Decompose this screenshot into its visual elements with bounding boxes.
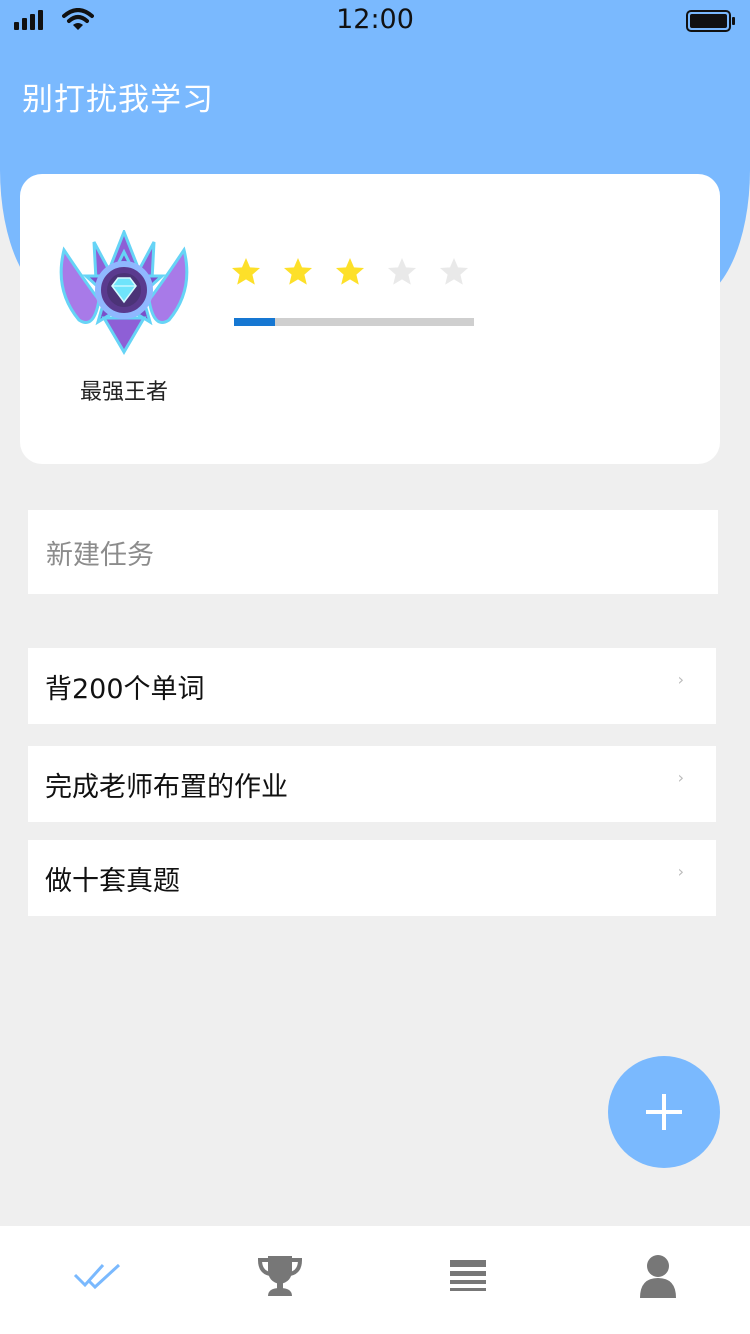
task-label: 背200个单词 <box>45 673 205 705</box>
tab-achievements[interactable] <box>250 1246 310 1306</box>
list-icon <box>450 1260 486 1291</box>
task-item[interactable]: 做十套真题 › <box>28 840 716 916</box>
rank-stars <box>230 256 470 288</box>
trophy-icon <box>257 1256 303 1296</box>
task-label: 完成老师布置的作业 <box>45 771 288 803</box>
task-item[interactable]: 背200个单词 › <box>28 648 716 724</box>
rank-progress-fill <box>234 318 275 326</box>
star-filled-icon <box>336 258 364 285</box>
star-filled-icon <box>284 258 312 285</box>
rank-card: 最强王者 <box>20 174 720 464</box>
status-time: 12:00 <box>336 4 414 35</box>
star-filled-icon <box>232 258 260 285</box>
tab-bar <box>0 1226 750 1334</box>
chevron-right-icon: › <box>677 768 684 787</box>
chevron-right-icon: › <box>677 862 684 881</box>
page-title: 别打扰我学习 <box>22 82 214 118</box>
battery-icon <box>686 10 735 32</box>
status-bar: 12:00 <box>0 0 750 40</box>
rank-progress-bar <box>234 318 474 326</box>
add-task-button[interactable] <box>608 1056 720 1168</box>
tab-profile[interactable] <box>628 1246 688 1306</box>
tab-tasks[interactable] <box>68 1246 128 1306</box>
new-task-input[interactable]: 新建任务 <box>28 510 718 594</box>
user-icon <box>640 1255 676 1298</box>
task-label: 做十套真题 <box>45 865 180 897</box>
star-empty-icon <box>440 258 468 285</box>
double-check-icon <box>73 1263 121 1290</box>
rank-name: 最强王者 <box>79 380 168 405</box>
tab-list[interactable] <box>438 1246 498 1306</box>
diamond-badge-icon <box>59 230 189 355</box>
task-item[interactable]: 完成老师布置的作业 › <box>28 746 716 822</box>
plus-icon <box>646 1094 682 1130</box>
chevron-right-icon: › <box>677 670 684 689</box>
star-empty-icon <box>388 258 416 285</box>
